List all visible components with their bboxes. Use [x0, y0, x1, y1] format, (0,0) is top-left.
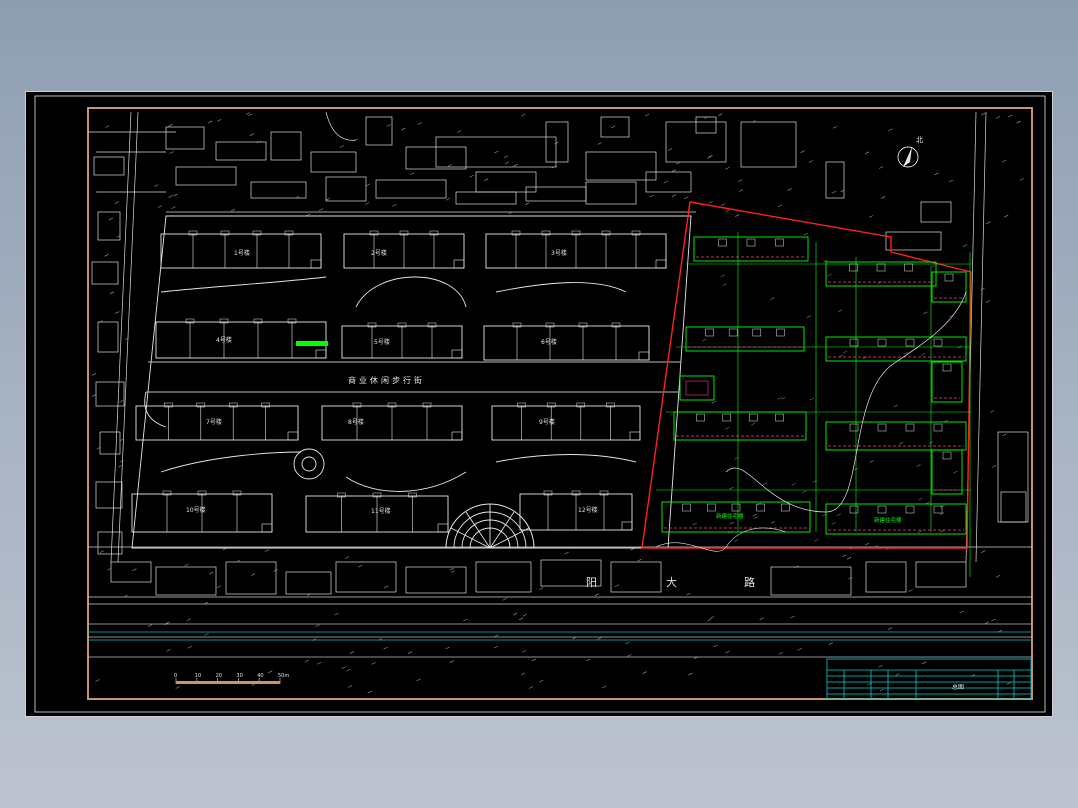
north-label: 北: [916, 136, 923, 144]
building-block-4: [155, 321, 327, 359]
building-label: 8号楼: [348, 418, 364, 426]
scale-tick-label: 10: [195, 673, 201, 679]
north-arrow: 北: [897, 136, 923, 168]
road-centerlines: [88, 631, 1032, 641]
building-label: 5号楼: [374, 338, 390, 346]
new-building-label-2: 新建住宅楼: [874, 516, 902, 524]
site-plan-drawing: 1号楼 2号楼 3号楼4号楼 5号楼 6号楼7号楼 8号楼 9号楼10号楼 11号楼 12号楼 …: [34, 95, 1046, 713]
street-label: 商业休闲步行街: [348, 375, 425, 385]
new-residential-site: 新建住宅楼 新建住宅楼: [641, 201, 972, 577]
building-label: 12号楼: [578, 506, 598, 514]
building-block-9: [491, 405, 641, 441]
new-building-2: [825, 261, 937, 287]
scale-bar: 0 10 20 30 40 50m: [174, 673, 289, 684]
drawing-border-outer: [34, 95, 1046, 713]
scale-tick-label: 0: [174, 673, 177, 679]
new-building-9: [931, 449, 963, 495]
building-label: 1号楼: [234, 249, 250, 257]
scale-tick-label: 50m: [278, 673, 289, 679]
new-building-6: [931, 361, 963, 403]
site-boundary: [641, 201, 972, 549]
title-block-drawing-name: 总图: [952, 683, 964, 691]
new-building-label-1: 新建住宅楼: [716, 512, 744, 520]
building-label: 6号楼: [541, 338, 557, 346]
building-label: 3号楼: [551, 249, 567, 257]
garden-path: [725, 291, 967, 513]
road-label-2: 大: [666, 575, 677, 589]
drawing-frame: [87, 107, 1033, 700]
building-label: 11号楼: [371, 507, 391, 515]
small-pavilion: [679, 375, 715, 401]
building-label: 4号楼: [216, 336, 232, 344]
scale-tick-label: 40: [257, 673, 263, 679]
building-label: 7号楼: [206, 418, 222, 426]
new-building-4: [685, 326, 805, 352]
building-label: 2号楼: [371, 249, 387, 257]
existing-context: [88, 111, 1032, 658]
building-label: 9号楼: [539, 418, 555, 426]
scale-tick-label: 30: [236, 673, 242, 679]
road-label-3: 路: [744, 576, 755, 589]
selection-marker: [296, 341, 328, 346]
new-building-1: [693, 236, 809, 262]
new-building-5: [825, 336, 967, 362]
site-grid-lines: [656, 232, 971, 577]
cad-viewport[interactable]: 1号楼 2号楼 3号楼 4号楼 5号楼 6号楼 7号楼 8号楼 9号楼 10号楼 11号楼 12号楼 …: [25, 91, 1053, 717]
building-label: 10号楼: [186, 506, 206, 514]
scale-tick-label: 20: [216, 673, 222, 679]
new-building-footprints: [661, 236, 967, 535]
title-block: [826, 658, 1032, 700]
new-building-3: [931, 271, 967, 303]
road-label-1: 阳: [586, 576, 597, 589]
building-block-6: [483, 325, 650, 361]
